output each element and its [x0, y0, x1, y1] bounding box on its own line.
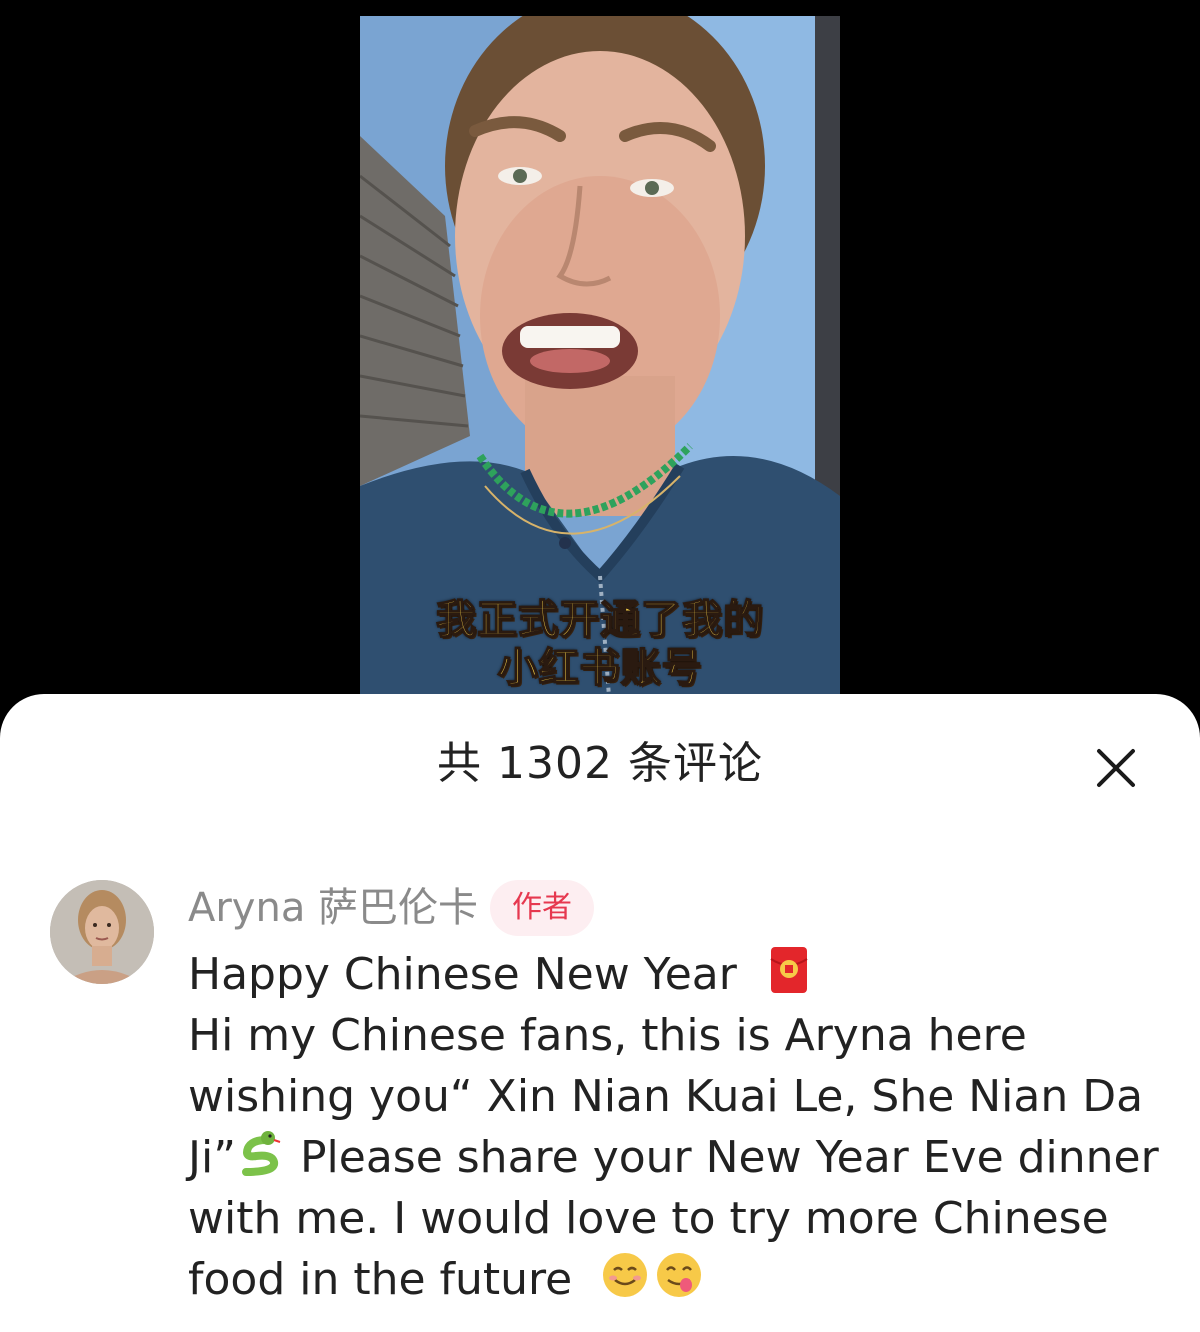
author-avatar-image: [50, 880, 154, 984]
app-screen: 我正式开通了我的 小红书账号 共 1302 条评论 Aryna 萨巴伦卡 作者 …: [0, 0, 1200, 1332]
comment-author-name[interactable]: Aryna 萨巴伦卡: [188, 880, 478, 936]
comment-line-4: Ji” Please share your New Year Eve dinne…: [188, 1127, 1168, 1188]
avatar[interactable]: [50, 880, 154, 984]
red-envelope-icon: [770, 947, 808, 993]
comment-line-1: Happy Chinese New Year: [188, 944, 1168, 1005]
author-badge: 作者: [490, 880, 594, 936]
comment-line-4b-text: Please share your New Year Eve dinner: [286, 1132, 1159, 1183]
comment-line-4a-text: Ji”: [188, 1132, 236, 1183]
comment-line-6: food in the future: [188, 1249, 1168, 1310]
close-icon[interactable]: [1088, 740, 1144, 796]
video-player[interactable]: 我正式开通了我的 小红书账号: [360, 16, 840, 710]
comment-line-6-text: food in the future: [188, 1254, 573, 1305]
smiling-face-icon: [603, 1253, 648, 1297]
video-subtitle-line2: 小红书账号: [497, 644, 703, 692]
comment-line-2: Hi my Chinese fans, this is Aryna here: [188, 1010, 1027, 1061]
comment-line-3: wishing you“ Xin Nian Kuai Le, She Nian …: [188, 1071, 1144, 1122]
video-subtitle-line1: 我正式开通了我的: [435, 596, 764, 644]
comment-text: Happy Chinese New Year Hi my Chinese fan…: [188, 944, 1168, 1310]
comments-sheet: 共 1302 条评论 Aryna 萨巴伦卡 作者 Happy Chinese N…: [0, 694, 1200, 1332]
yum-face-icon: [657, 1253, 702, 1297]
snake-icon: [242, 1131, 281, 1176]
comments-count-title: 共 1302 条评论: [437, 738, 763, 789]
comment-line-1-text: Happy Chinese New Year: [188, 949, 737, 1000]
comment-line-5: with me. I would love to try more Chines…: [188, 1193, 1109, 1244]
